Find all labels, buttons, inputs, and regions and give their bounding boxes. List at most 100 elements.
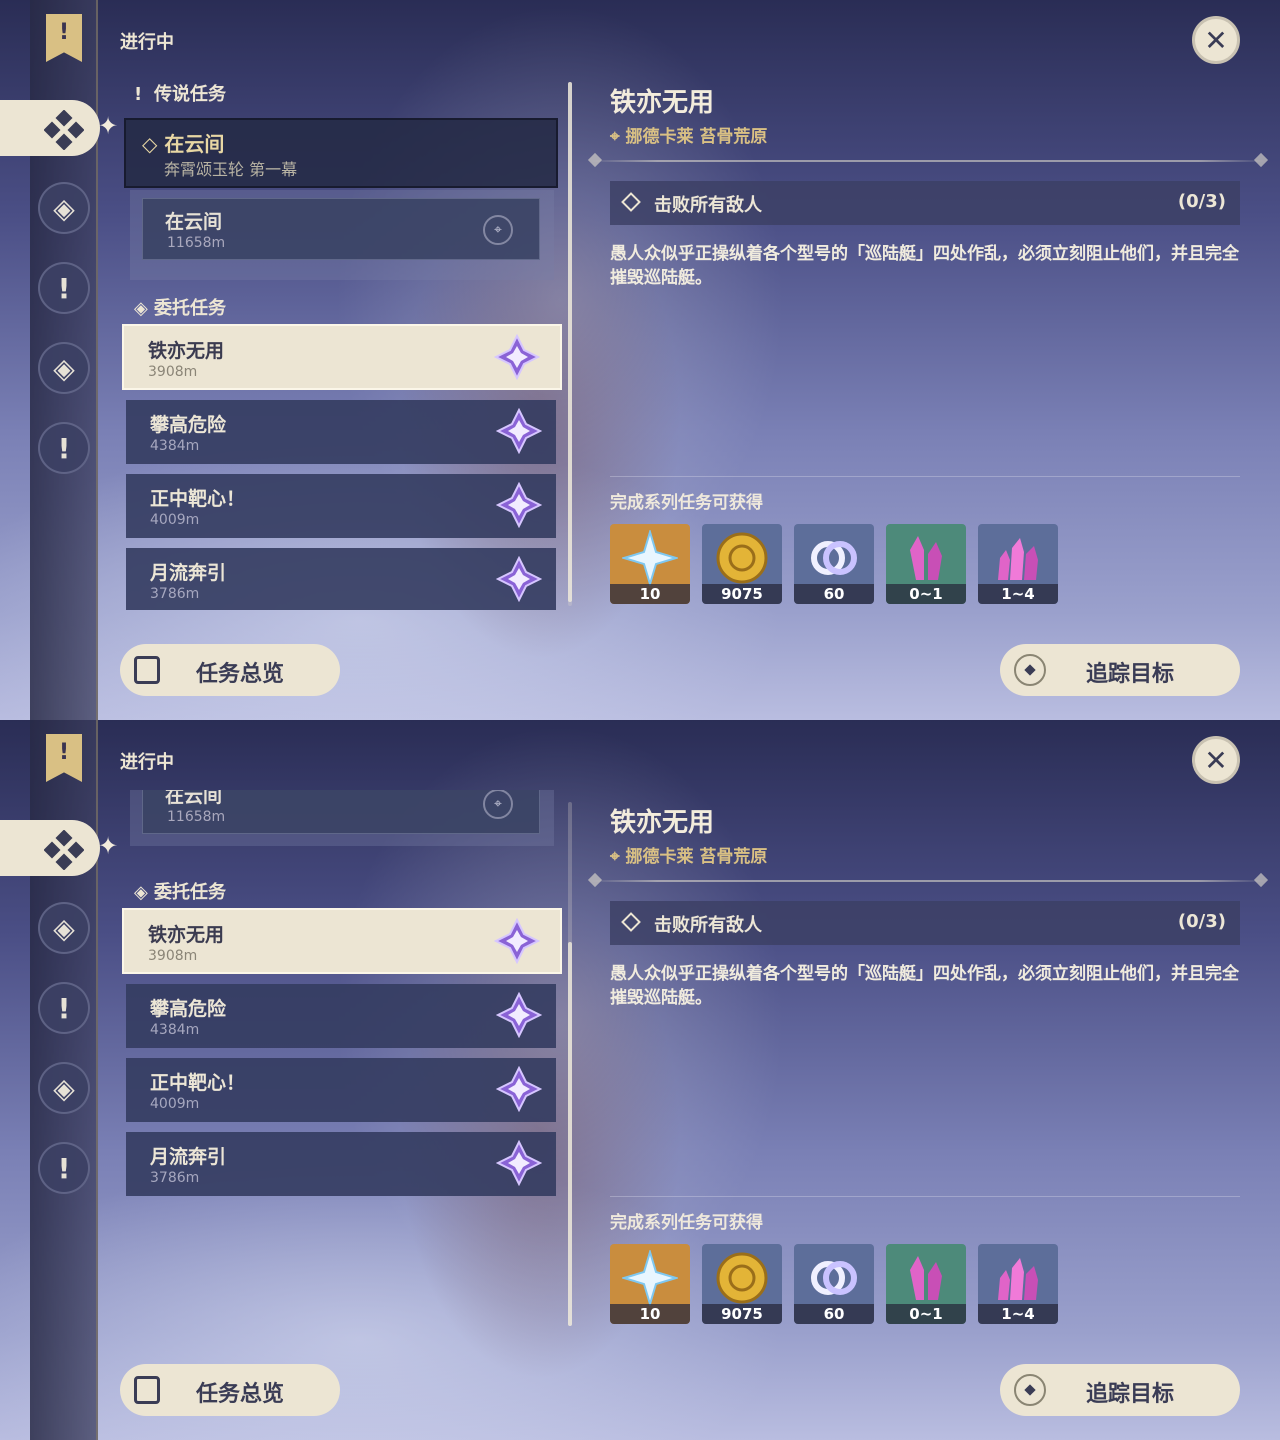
divider <box>610 476 1240 477</box>
rail-tab-world[interactable]: ◈ <box>38 182 90 234</box>
reward-mora[interactable]: 9075 <box>702 1244 782 1324</box>
crystal-chunk-icon <box>910 536 942 580</box>
quest-distance: 3786m <box>150 1170 200 1186</box>
quest-list-scrollbar[interactable] <box>568 802 572 1326</box>
objective-bar: 击败所有敌人 (0/3) <box>610 901 1240 945</box>
rail-tab-other[interactable]: ! <box>38 422 90 474</box>
quest-list-scrollbar[interactable] <box>568 82 572 606</box>
quest-distance: 4009m <box>150 1096 200 1112</box>
rail-tab-story[interactable]: ! <box>38 262 90 314</box>
subquest-title: 在云间 <box>165 211 223 233</box>
quest-item[interactable]: 攀高危险 4384m <box>126 400 556 464</box>
detail-location: ⌖ 挪德卡莱 苔骨荒原 <box>610 127 768 147</box>
track-target-label: 追踪目标 <box>1086 662 1175 687</box>
quest-overview-label: 任务总览 <box>196 662 285 687</box>
scroll-thumb[interactable] <box>568 942 572 1326</box>
commission-star-icon <box>496 1140 542 1186</box>
map-pin-icon[interactable]: ⌖ <box>483 215 513 245</box>
quest-title: 正中靶心！ <box>150 1072 246 1094</box>
subquest-distance: 11658m <box>167 809 226 825</box>
archon-subquest-card[interactable]: 在云间 11658m ⌖ <box>142 198 540 260</box>
close-icon: ✕ <box>1204 744 1228 777</box>
rail-tab-story[interactable]: ! <box>38 982 90 1034</box>
commission-star-icon <box>494 918 540 964</box>
archon-quest-card[interactable]: ◇ 在云间 奔霄颂玉轮 第一幕 <box>124 118 558 188</box>
archon-quest-subtitle: 奔霄颂玉轮 第一幕 <box>164 160 298 179</box>
sparkle-icon: ✦ <box>98 832 119 860</box>
world-quest-icon: ◈ <box>53 192 75 225</box>
close-button[interactable]: ✕ <box>1192 16 1240 64</box>
map-pin-icon[interactable]: ⌖ <box>483 790 513 819</box>
rail-tab-active[interactable] <box>0 820 100 876</box>
reward-adventure-exp[interactable]: 60 <box>794 524 874 604</box>
reward-count: 60 <box>794 1304 874 1324</box>
reward-crystal-chunk[interactable]: 0~1 <box>886 524 966 604</box>
objective-text: 击败所有敌人 <box>654 195 762 216</box>
commission-star-icon <box>496 556 542 602</box>
close-button[interactable]: ✕ <box>1192 736 1240 784</box>
quest-overview-button[interactable]: 任务总览 <box>120 1364 340 1416</box>
rail-tab-other[interactable]: ! <box>38 1142 90 1194</box>
primogem-icon <box>622 530 678 586</box>
story-quest-icon: ! <box>57 992 71 1025</box>
quest-list[interactable]: ! 传说任务 ◇ 在云间 奔霄颂玉轮 第一幕 在云间 11658m ⌖ ◈ 委托任务… <box>120 70 570 610</box>
detail-location: ⌖ 挪德卡莱 苔骨荒原 <box>610 847 768 867</box>
reward-crystal-cluster[interactable]: 1~4 <box>978 1244 1058 1324</box>
scroll-thumb[interactable] <box>568 82 572 602</box>
quest-book-icon <box>134 1376 160 1404</box>
reward-primogem[interactable]: 10 <box>610 524 690 604</box>
section-commission: ◈ 委托任务 <box>134 882 226 903</box>
archon-subquest-group: 在云间 11658m ⌖ <box>130 190 554 280</box>
reward-adventure-exp[interactable]: 60 <box>794 1244 874 1324</box>
crystal-chunk-icon <box>910 1256 942 1300</box>
commission-star-icon <box>496 482 542 528</box>
reward-count: 1~4 <box>978 584 1058 604</box>
quest-title: 铁亦无用 <box>148 924 225 946</box>
objective-diamond-icon <box>621 912 641 932</box>
quest-item-selected[interactable]: 铁亦无用 3908m <box>122 908 562 974</box>
quest-overview-button[interactable]: 任务总览 <box>120 644 340 696</box>
track-target-label: 追踪目标 <box>1086 1382 1175 1407</box>
quest-item[interactable]: 正中靶心！ 4009m <box>126 474 556 538</box>
story-quest-icon: ! <box>57 272 71 305</box>
quest-title: 铁亦无用 <box>148 340 225 362</box>
commission-section-icon: ◈ <box>134 882 148 903</box>
exclamation-icon: ! <box>57 432 71 465</box>
quest-item[interactable]: 攀高危险 4384m <box>126 984 556 1048</box>
close-icon: ✕ <box>1204 24 1228 57</box>
quest-title: 攀高危险 <box>150 414 227 436</box>
rail-tab-active[interactable] <box>0 100 100 156</box>
reward-count: 1~4 <box>978 1304 1058 1324</box>
reward-count: 10 <box>610 584 690 604</box>
mora-coin-icon <box>716 532 768 584</box>
crystal-cluster-icon <box>998 1258 1038 1300</box>
track-diamond-icon <box>1014 1374 1046 1406</box>
quest-item[interactable]: 月流奔引 3786m <box>126 548 556 610</box>
reward-mora[interactable]: 9075 <box>702 524 782 604</box>
reward-crystal-cluster[interactable]: 1~4 <box>978 524 1058 604</box>
objective-diamond-icon <box>621 192 641 212</box>
commission-quest-icon: ◈ <box>53 352 75 385</box>
track-target-button[interactable]: 追踪目标 <box>1000 644 1240 696</box>
reward-count: 0~1 <box>886 1304 966 1324</box>
quest-book-icon <box>134 656 160 684</box>
world-quest-icon: ◈ <box>53 912 75 945</box>
quest-screen-top: ! ✦ ◈ ! ◈ ! 进行中 ✕ ! 传说任务 ◇ 在云间 奔霄颂玉轮 第一幕 … <box>0 0 1280 720</box>
quest-list[interactable]: 在云间 11658m ⌖ ◈ 委托任务 铁亦无用 3908m 攀高危险 4384m… <box>120 790 570 1330</box>
track-target-button[interactable]: 追踪目标 <box>1000 1364 1240 1416</box>
rail-tab-commission[interactable]: ◈ <box>38 1062 90 1114</box>
archon-subquest-card[interactable]: 在云间 11658m ⌖ <box>142 790 540 834</box>
quest-distance: 4009m <box>150 512 200 528</box>
quest-item-selected[interactable]: 铁亦无用 3908m <box>122 324 562 390</box>
reward-crystal-chunk[interactable]: 0~1 <box>886 1244 966 1324</box>
rail-tab-commission[interactable]: ◈ <box>38 342 90 394</box>
quest-item[interactable]: 月流奔引 3786m <box>126 1132 556 1196</box>
commission-star-icon <box>496 408 542 454</box>
track-diamond-icon <box>1014 654 1046 686</box>
rail-tab-world[interactable]: ◈ <box>38 902 90 954</box>
section-commission: ◈ 委托任务 <box>134 298 226 319</box>
exclamation-icon: ! <box>57 1152 71 1185</box>
quest-screen-bottom: ! ✦ ◈ ! ◈ ! 进行中 ✕ 在云间 11658m ⌖ ◈ 委托任务 铁亦无… <box>0 720 1280 1440</box>
quest-item[interactable]: 正中靶心！ 4009m <box>126 1058 556 1122</box>
reward-primogem[interactable]: 10 <box>610 1244 690 1324</box>
